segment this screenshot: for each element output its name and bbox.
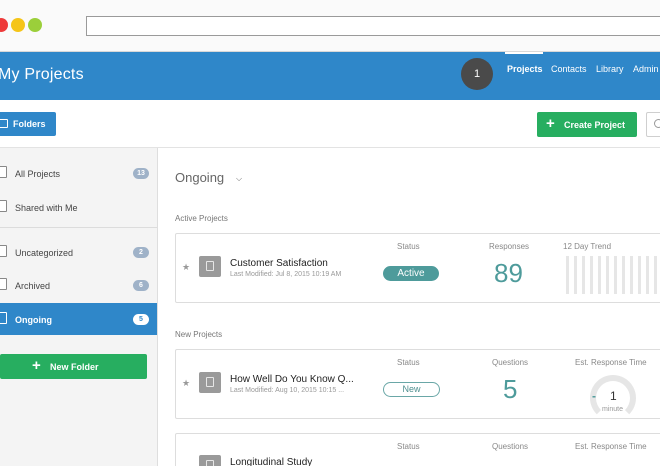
est-time-value: 1 [610, 389, 617, 403]
section-title-new: New Projects [175, 330, 223, 339]
star-icon[interactable]: ★ [182, 262, 190, 273]
nav-projects[interactable]: Projects [507, 64, 543, 74]
folders-button[interactable]: Folders [0, 112, 56, 136]
project-name[interactable]: Customer Satisfaction [230, 258, 328, 269]
app-header: My Projects [0, 52, 660, 100]
status-badge: Active [383, 266, 439, 281]
sidebar-item-count: 2 [133, 247, 149, 258]
folder-icon [0, 119, 8, 128]
shared-icon [0, 200, 7, 212]
status-header: Status [397, 442, 420, 451]
document-icon [0, 166, 7, 178]
project-modified: Last Modified: Aug 10, 2015 10:15 ... [230, 387, 345, 394]
status-header: Status [397, 358, 420, 367]
nav-contacts[interactable]: Contacts [551, 64, 587, 74]
minimize-window-dot[interactable] [11, 18, 25, 32]
questions-header: Questions [492, 358, 529, 367]
notification-badge[interactable]: 1 [461, 58, 493, 90]
project-name[interactable]: How Well Do You Know Q... [230, 374, 354, 385]
chevron-down-icon[interactable]: ⌵ [236, 174, 242, 184]
page-title: My Projects [0, 66, 84, 83]
nav-library[interactable]: Library [596, 64, 624, 74]
survey-icon [199, 372, 221, 393]
questions-header: Questions [492, 442, 529, 451]
responses-count: 89 [494, 258, 523, 288]
est-time-header: Est. Response Time [575, 442, 647, 451]
trend-header: 12 Day Trend [563, 242, 612, 251]
questions-count: 5 [503, 374, 518, 404]
document-icon [0, 245, 7, 257]
status-header: Status [397, 242, 420, 251]
close-window-dot[interactable] [0, 18, 8, 32]
sidebar-item-label: All Projects [15, 169, 61, 179]
document-icon [0, 312, 7, 324]
create-project-label: Create Project [564, 120, 626, 130]
address-bar[interactable] [86, 16, 660, 36]
sidebar-item-label: Uncategorized [15, 248, 74, 258]
folder-title[interactable]: Ongoing [175, 170, 224, 185]
page-bottom-edge [0, 466, 660, 470]
search-button[interactable] [646, 112, 660, 137]
sidebar-item-count: 13 [133, 168, 149, 179]
survey-icon [199, 256, 221, 277]
sidebar-item-archived[interactable]: Archived 6 [0, 269, 157, 301]
plus-icon: + [546, 115, 555, 132]
maximize-window-dot[interactable] [28, 18, 42, 32]
responses-header: Responses [489, 242, 530, 251]
app-window: My Projects 1 Projects Contacts Library … [0, 0, 660, 470]
sidebar-divider [0, 227, 157, 228]
create-project-button[interactable]: + Create Project [537, 112, 637, 137]
sidebar-item-count: 6 [133, 280, 149, 291]
sidebar-item-shared-with-me[interactable]: Shared with Me [0, 191, 157, 223]
section-title-active: Active Projects [175, 214, 228, 223]
sidebar-item-uncategorized[interactable]: Uncategorized 2 [0, 236, 157, 268]
new-folder-label: New Folder [50, 362, 99, 372]
status-badge: New [383, 382, 440, 397]
project-modified: Last Modified: Jul 8, 2015 10:19 AM [230, 271, 342, 278]
new-folder-button[interactable]: + New Folder [0, 354, 147, 379]
sidebar-item-all-projects[interactable]: All Projects 13 [0, 157, 157, 189]
nav-active-indicator [505, 52, 543, 54]
sidebar-item-label: Archived [15, 281, 51, 291]
folders-button-label: Folders [13, 119, 46, 129]
plus-icon: + [32, 357, 41, 374]
browser-chrome [0, 0, 660, 52]
est-time-header: Est. Response Time [575, 358, 647, 367]
document-icon [0, 278, 7, 290]
est-time-unit: minute [602, 406, 624, 413]
gauge-needle: - [592, 389, 596, 403]
search-icon [654, 119, 660, 128]
sidebar-item-count: 5 [133, 314, 149, 325]
star-icon[interactable]: ★ [182, 378, 190, 389]
sidebar-item-label: Ongoing [15, 315, 52, 325]
nav-admin[interactable]: Admin [633, 64, 659, 74]
sidebar-item-ongoing[interactable]: Ongoing 5 [0, 303, 157, 335]
sidebar-item-label: Shared with Me [15, 203, 78, 213]
